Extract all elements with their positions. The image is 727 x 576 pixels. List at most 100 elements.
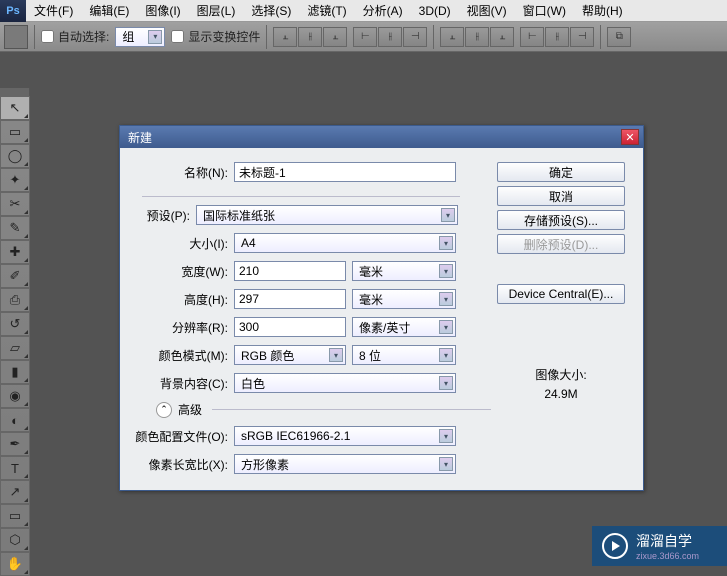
align-bottom-icon[interactable]: ⫠ [323, 27, 347, 47]
menu-file[interactable]: 文件(F) [26, 0, 81, 22]
resolution-unit-select[interactable]: 像素/英寸 ▾ [352, 317, 456, 337]
blur-tool[interactable]: ◉ [0, 384, 30, 408]
group-select[interactable]: 组 ▾ [115, 27, 165, 47]
align-top-icon[interactable]: ⫠ [273, 27, 297, 47]
menu-view[interactable]: 视图(V) [459, 0, 515, 22]
align-left-icon[interactable]: ⊢ [353, 27, 377, 47]
watermark-brand: 溜溜自学 [636, 531, 699, 551]
distribute-hcenter-icon[interactable]: ⫲ [545, 27, 569, 47]
chevron-down-icon: ▾ [439, 264, 453, 278]
distribute-top-icon[interactable]: ⫠ [440, 27, 464, 47]
auto-select-label: 自动选择: [58, 28, 109, 45]
gradient-tool[interactable]: ▮ [0, 360, 30, 384]
watermark-url: zixue.3d66.com [636, 551, 699, 561]
type-tool[interactable]: T [0, 456, 30, 480]
distribute-right-icon[interactable]: ⊣ [570, 27, 594, 47]
menu-window[interactable]: 窗口(W) [515, 0, 574, 22]
resolution-input[interactable] [234, 317, 346, 337]
separator [433, 25, 434, 49]
distribute-bottom-icon[interactable]: ⫠ [490, 27, 514, 47]
3d-tool[interactable]: ⬡ [0, 528, 30, 552]
brush-tool[interactable]: ✐ [0, 264, 30, 288]
image-size-value: 24.9M [535, 385, 586, 404]
path-tool[interactable]: ↗ [0, 480, 30, 504]
menu-help[interactable]: 帮助(H) [574, 0, 631, 22]
advanced-label: 高级 [178, 401, 202, 418]
align-hcenter-icon[interactable]: ⫲ [378, 27, 402, 47]
play-icon [602, 533, 628, 559]
chevron-down-icon: ▾ [439, 320, 453, 334]
name-label: 名称(N): [132, 164, 228, 181]
menu-select[interactable]: 选择(S) [243, 0, 299, 22]
align-vcenter-icon[interactable]: ⫲ [298, 27, 322, 47]
new-dialog: 新建 ✕ 名称(N): 预设(P): 国际标准纸张 ▾ 大小(I): A4 ▾ [119, 125, 644, 491]
tool-indicator-icon [4, 25, 28, 49]
crop-tool[interactable]: ✂ [0, 192, 30, 216]
resolution-label: 分辨率(R): [132, 319, 228, 336]
eraser-tool[interactable]: ▱ [0, 336, 30, 360]
options-bar: 自动选择: 组 ▾ 显示变换控件 ⫠ ⫲ ⫠ ⊢ ⫲ ⊣ ⫠ ⫲ ⫠ ⊢ ⫲ ⊣… [0, 22, 727, 52]
history-brush-tool[interactable]: ↺ [0, 312, 30, 336]
move-tool[interactable]: ↖ [0, 96, 30, 120]
advanced-toggle[interactable]: ⌃ [156, 402, 172, 418]
close-button[interactable]: ✕ [621, 129, 639, 145]
stamp-tool[interactable]: ⎙ [0, 288, 30, 312]
color-mode-select[interactable]: RGB 颜色 ▾ [234, 345, 346, 365]
distribute-left-icon[interactable]: ⊢ [520, 27, 544, 47]
save-preset-button[interactable]: 存储预设(S)... [497, 210, 625, 230]
menubar: Ps 文件(F) 编辑(E) 图像(I) 图层(L) 选择(S) 滤镜(T) 分… [0, 0, 727, 22]
aspect-label: 像素长宽比(X): [132, 456, 228, 473]
chevron-down-icon: ▾ [148, 30, 162, 44]
cancel-button[interactable]: 取消 [497, 186, 625, 206]
eyedropper-tool[interactable]: ✎ [0, 216, 30, 240]
lasso-tool[interactable]: ◯ [0, 144, 30, 168]
marquee-tool[interactable]: ▭ [0, 120, 30, 144]
chevron-down-icon: ▾ [439, 429, 453, 443]
hand-tool[interactable]: ✋ [0, 552, 30, 576]
menu-3d[interactable]: 3D(D) [411, 1, 459, 21]
show-transform-input[interactable] [171, 30, 184, 43]
auto-select-checkbox[interactable]: 自动选择: [41, 28, 109, 45]
preset-label: 预设(P): [126, 207, 190, 224]
menu-layer[interactable]: 图层(L) [189, 0, 244, 22]
preset-select[interactable]: 国际标准纸张 ▾ [196, 205, 458, 225]
healing-tool[interactable]: ✚ [0, 240, 30, 264]
shape-tool[interactable]: ▭ [0, 504, 30, 528]
delete-preset-button[interactable]: 删除预设(D)... [497, 234, 625, 254]
menu-edit[interactable]: 编辑(E) [81, 0, 137, 22]
toolbox: ↖ ▭ ◯ ✦ ✂ ✎ ✚ ✐ ⎙ ↺ ▱ ▮ ◉ ◐ ✒ T ↗ ▭ ⬡ ✋ [0, 88, 30, 576]
height-unit-select[interactable]: 毫米 ▾ [352, 289, 456, 309]
watermark: 溜溜自学 zixue.3d66.com [592, 526, 727, 566]
magic-wand-tool[interactable]: ✦ [0, 168, 30, 192]
pen-tool[interactable]: ✒ [0, 432, 30, 456]
menu-filter[interactable]: 滤镜(T) [299, 0, 354, 22]
chevron-down-icon: ▾ [439, 348, 453, 362]
width-input[interactable] [234, 261, 346, 281]
menu-image[interactable]: 图像(I) [137, 0, 188, 22]
dialog-titlebar[interactable]: 新建 ✕ [120, 126, 643, 148]
background-select[interactable]: 白色 ▾ [234, 373, 456, 393]
show-transform-label: 显示变换控件 [188, 28, 260, 45]
device-central-button[interactable]: Device Central(E)... [497, 284, 625, 304]
distribute-vcenter-icon[interactable]: ⫲ [465, 27, 489, 47]
toolbox-grip[interactable] [0, 88, 29, 96]
menu-analysis[interactable]: 分析(A) [355, 0, 411, 22]
color-profile-select[interactable]: sRGB IEC61966-2.1 ▾ [234, 426, 456, 446]
pixel-aspect-select[interactable]: 方形像素 ▾ [234, 454, 456, 474]
height-label: 高度(H): [132, 291, 228, 308]
width-unit-select[interactable]: 毫米 ▾ [352, 261, 456, 281]
dialog-title: 新建 [128, 129, 152, 146]
dodge-tool[interactable]: ◐ [0, 408, 30, 432]
bit-depth-select[interactable]: 8 位 ▾ [352, 345, 456, 365]
auto-select-input[interactable] [41, 30, 54, 43]
ok-button[interactable]: 确定 [497, 162, 625, 182]
size-select[interactable]: A4 ▾ [234, 233, 456, 253]
height-input[interactable] [234, 289, 346, 309]
chevron-down-icon: ▾ [439, 292, 453, 306]
auto-align-icon[interactable]: ⧉ [607, 27, 631, 47]
size-label: 大小(I): [132, 235, 228, 252]
align-right-icon[interactable]: ⊣ [403, 27, 427, 47]
chevron-down-icon: ▾ [439, 376, 453, 390]
show-transform-checkbox[interactable]: 显示变换控件 [171, 28, 260, 45]
name-input[interactable] [234, 162, 456, 182]
